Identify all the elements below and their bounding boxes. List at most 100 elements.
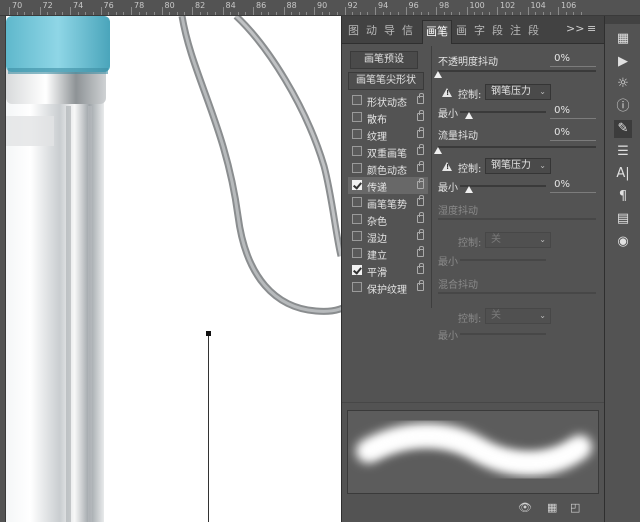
document-canvas[interactable] [6,16,341,522]
ruler-tick [535,12,537,15]
ruler-number: 70 [12,1,23,10]
tab-notes[interactable]: 注 [510,22,521,40]
flow-jitter-value[interactable]: 0% [540,127,570,138]
lock-icon[interactable] [417,161,424,172]
lock-icon[interactable] [417,246,424,257]
tab-info[interactable]: 信 [402,22,413,40]
lock-icon[interactable] [417,263,424,274]
control-select-1[interactable]: 钢笔压力 ⌄ [485,84,551,100]
option-label: 建立 [367,251,387,262]
tab-animation[interactable]: 动 [366,22,377,40]
ruler-tick [245,12,247,15]
tab-paragraph[interactable]: 段 [492,22,503,40]
flow-jitter-slider[interactable] [438,146,596,148]
ruler-tick [54,12,56,15]
ruler-tick [481,12,483,15]
option-label: 双重画笔 [367,149,407,160]
brush-option-row[interactable]: 纹理 [348,126,428,143]
tab-character[interactable]: 字 [474,22,485,40]
warning-icon: ! [442,88,452,97]
ruler-tick [443,12,445,15]
minimum-value-1[interactable]: 0% [540,105,570,116]
ruler-tick [352,12,354,15]
option-label: 湿边 [367,234,387,245]
minimum-value-2[interactable]: 0% [540,179,570,190]
tab-paragraph-styles[interactable]: 段 [528,22,539,40]
new-preset-icon[interactable]: ◰ [570,501,580,514]
dock-header [605,16,640,24]
control-select-2[interactable]: 钢笔压力 ⌄ [485,158,551,174]
brush-option-row[interactable]: 颜色动态 [348,160,428,177]
option-checkbox[interactable] [352,282,362,292]
ruler-tick [519,12,521,15]
option-label: 颜色动态 [367,166,407,177]
option-checkbox[interactable] [352,214,362,224]
brush-presets-button[interactable]: 画笔预设 [350,51,418,69]
lock-icon[interactable] [417,178,424,189]
ruler-tick [85,12,87,15]
ruler-number: 102 [500,1,516,10]
info-icon[interactable]: ⓘ [614,98,632,116]
grid-icon[interactable]: ▦ [547,501,557,514]
swatch-icon[interactable]: ▦ [614,30,632,48]
option-checkbox[interactable] [352,163,362,173]
eye-icon[interactable]: 👁 [518,501,532,514]
tab-brush[interactable]: 画笔 [422,20,452,44]
flow-jitter-thumb[interactable] [434,147,442,154]
tab-brush-presets[interactable]: 画 [456,22,467,40]
option-checkbox[interactable] [352,248,362,258]
option-checkbox[interactable] [352,95,362,105]
brush-option-row[interactable]: 形状动态 [348,92,428,109]
opacity-jitter-slider[interactable] [438,70,596,72]
collapse-icon[interactable]: >> [566,22,584,35]
brush-option-row[interactable]: 湿边 [348,228,428,245]
ruler-number: 96 [408,1,419,10]
ruler-number: 72 [42,1,53,10]
doc-icon[interactable]: ▤ [614,210,632,228]
brush-option-row[interactable]: 平滑 [348,262,428,279]
panel-dock-strip: ▦ ▶ ☼ ⓘ ✎ ☰ A| ¶ ▤ ◉ [604,16,640,522]
paragraph-icon[interactable]: ¶ [614,188,632,206]
brush-option-row[interactable]: 传递 [348,177,428,194]
panel-menu-icon[interactable]: ≡ [587,22,596,35]
brush-option-row[interactable]: 散布 [348,109,428,126]
option-checkbox[interactable] [352,197,362,207]
sun-icon[interactable]: ☼ [614,75,632,93]
opacity-jitter-thumb[interactable] [434,71,442,78]
panel-tabbar: 图 动 导 信 画笔 画 字 段 注 段 >> ≡ [342,16,605,44]
option-label: 传递 [367,183,387,194]
layers-icon[interactable]: ◉ [614,233,632,251]
brush-option-row[interactable]: 杂色 [348,211,428,228]
brush-option-row[interactable]: 建立 [348,245,428,262]
minimum-thumb-2[interactable] [465,186,473,193]
control-label-1: 控制: [458,90,482,101]
brush-icon[interactable]: ✎ [614,120,632,138]
option-checkbox[interactable] [352,129,362,139]
brush-tip-shape-option[interactable]: 画笔笔尖形状 [348,72,424,90]
option-checkbox[interactable] [352,265,362,275]
ruler-tick [458,12,460,15]
lock-icon[interactable] [417,229,424,240]
lock-icon[interactable] [417,212,424,223]
ruler-number: 94 [378,1,389,10]
lock-icon[interactable] [417,195,424,206]
brush-option-row[interactable]: 双重画笔 [348,143,428,160]
brush-option-row[interactable]: 保护纹理 [348,279,428,296]
brush-option-row[interactable]: 画笔笔势 [348,194,428,211]
play-icon[interactable]: ▶ [614,53,632,71]
opacity-jitter-value[interactable]: 0% [540,53,570,64]
option-checkbox[interactable] [352,146,362,156]
option-checkbox[interactable] [352,112,362,122]
lock-icon[interactable] [417,110,424,121]
lock-icon[interactable] [417,127,424,138]
text-icon[interactable]: A| [614,165,632,183]
lock-icon[interactable] [417,144,424,155]
minimum-thumb-1[interactable] [465,112,473,119]
sliders-icon[interactable]: ☰ [614,143,632,161]
lock-icon[interactable] [417,280,424,291]
option-checkbox[interactable] [352,231,362,241]
lock-icon[interactable] [417,93,424,104]
option-checkbox[interactable] [352,180,362,190]
tab-navigator[interactable]: 导 [384,22,395,40]
tab-histogram[interactable]: 图 [348,22,359,40]
